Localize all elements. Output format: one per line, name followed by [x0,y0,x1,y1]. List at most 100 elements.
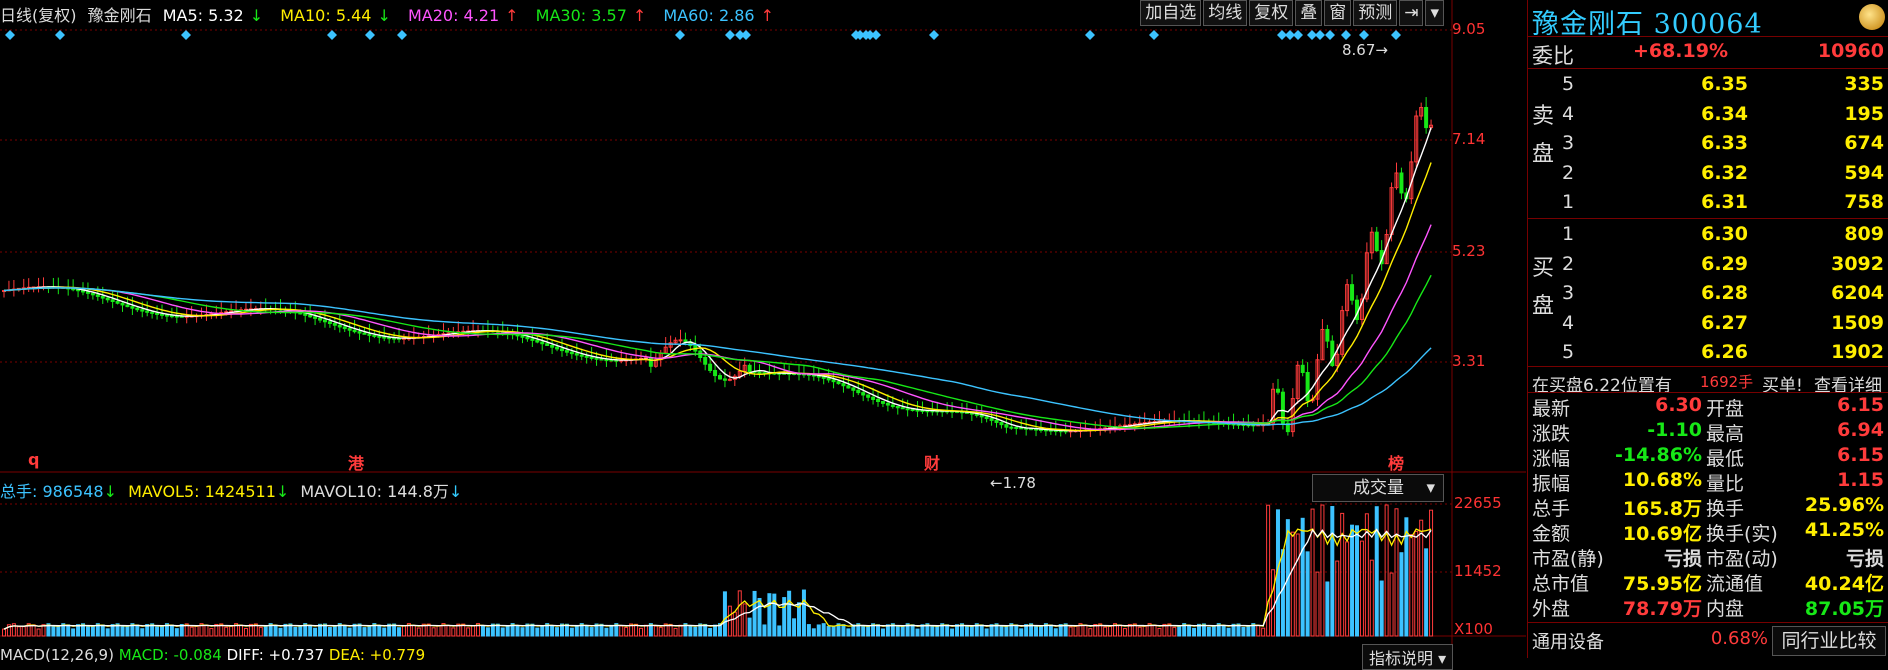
volume-bar [742,603,747,637]
candle-body [135,307,140,311]
event-marker-hk[interactable]: 港 [348,450,364,474]
volume-bar [574,624,579,637]
ma5-label: MA5: 5.32 ↓ [163,6,269,25]
volume-bar [1103,626,1108,637]
window-button[interactable]: 窗 [1324,0,1352,26]
exit-icon[interactable]: ⇥ [1399,0,1424,26]
stat-value: 1.15 [1837,469,1884,491]
candle-body [900,407,905,410]
volume-bar [21,626,26,637]
candle-body [727,378,732,381]
buy-row[interactable]: 2 6.29 3092 [1528,250,1888,280]
candle-body [722,378,727,381]
buy-row[interactable]: 4 6.27 1509 [1528,309,1888,339]
volume-bar [1315,571,1320,637]
stat-label: 换手(实) [1706,523,1778,545]
volume-bar [347,627,352,637]
toolbar-dropdown-icon[interactable]: ▾ [1425,0,1444,26]
sell-row[interactable]: 5 6.35 335 [1528,70,1888,100]
high-price-value: 8.67 [1342,41,1376,59]
volume-bar [1300,517,1305,637]
event-diamond-icon [1359,30,1369,40]
mavol10-line [3,528,1432,630]
ma-line-button[interactable]: 均线 [1203,0,1248,26]
sell-row[interactable]: 1 6.31 758 [1528,188,1888,218]
indicator-select[interactable]: 成交量 ▾ [1312,474,1444,502]
indicator-help-button[interactable]: 指标说明 ▾ [1362,644,1454,670]
ma20-label: MA20: 4.21 ↑ [408,6,525,25]
stat-value: 25.96% [1804,494,1884,516]
volume-bar [831,626,836,637]
volume-bar [930,626,935,637]
candle-body [535,339,540,343]
event-marker-q[interactable]: q [28,450,39,469]
candle-body [164,314,169,317]
coin-icon[interactable] [1859,4,1885,30]
sell-row[interactable]: 4 6.34 195 [1528,100,1888,130]
mavol5-line [3,528,1432,630]
restore-rights-button[interactable]: 复权 [1249,0,1294,26]
volume-bar [1325,581,1330,637]
volume-bar [693,626,698,637]
volume-bar [1019,628,1024,637]
volume-bar [1261,627,1266,637]
buy-level: 4 [1562,311,1575,334]
volume-bar [910,624,915,637]
buy-row[interactable]: 3 6.28 6204 [1528,279,1888,309]
industry-name[interactable]: 通用设备 [1532,628,1604,654]
event-marker-finance[interactable]: 财 [924,450,940,474]
volume-bar [1389,572,1394,637]
volume-bar [950,628,955,637]
stat-value: 78.79万 [1622,598,1702,620]
volume-bar [826,625,831,637]
volume-bar [555,627,560,637]
kline-chart-area[interactable]: 日线(复权) 豫金刚石 MA5: 5.32 ↓ MA10: 5.44 ↓ MA20:… [0,0,1526,670]
volume-bar [66,624,71,637]
event-marker-list[interactable]: 榜 [1388,450,1404,474]
candle-body [1019,427,1024,430]
volume-bar [258,626,263,637]
volume-bar [1206,626,1211,637]
add-favorite-button[interactable]: 加自选 [1140,0,1202,26]
volume-bar [1350,524,1355,637]
kline-chart[interactable] [0,0,1526,658]
volume-bar [1295,533,1300,637]
candle-body [110,299,115,303]
candle-body [974,413,979,416]
volume-bar [135,624,140,637]
candle-body [1009,426,1014,429]
volume-total-arrow: ↓ [103,482,117,501]
stat-label: 最新 [1532,398,1571,420]
volume-bar [1117,624,1122,637]
volume-bar [1345,541,1350,637]
forecast-button[interactable]: 预测 [1353,0,1398,26]
divider [1528,36,1888,37]
sell-row[interactable]: 2 6.32 594 [1528,159,1888,189]
stat-value: 41.25% [1804,519,1884,541]
volume-bar [120,626,125,637]
volume-bar [964,626,969,637]
weibi-row: 委比 +68.19% 10960 [1528,40,1888,70]
volume-bar [713,624,718,637]
volume-bar [1419,519,1424,637]
volume-bar [431,627,436,637]
volume-bar [505,625,510,637]
candle-body [550,344,555,348]
candle-body [574,353,579,356]
candle-body [826,377,831,381]
volume-bar [861,626,866,637]
sell-row[interactable]: 3 6.33 674 [1528,129,1888,159]
volume-bar [209,628,214,637]
candle-body [85,291,90,294]
diff-value: DIFF: +0.737 [226,646,325,664]
buy-row[interactable]: 1 6.30 809 [1528,220,1888,250]
ma5-line [3,127,1432,432]
mavol10-label: MAVOL10: 144.8万↓ [300,482,462,501]
stat-label: 涨幅 [1532,448,1571,470]
buy-row[interactable]: 5 6.26 1902 [1528,338,1888,368]
overlay-button[interactable]: 叠 [1295,0,1323,26]
candle-body [683,339,688,343]
volume-bar [535,627,540,637]
industry-compare-button[interactable]: 同行业比较 [1772,626,1886,656]
candle-body [989,418,994,421]
